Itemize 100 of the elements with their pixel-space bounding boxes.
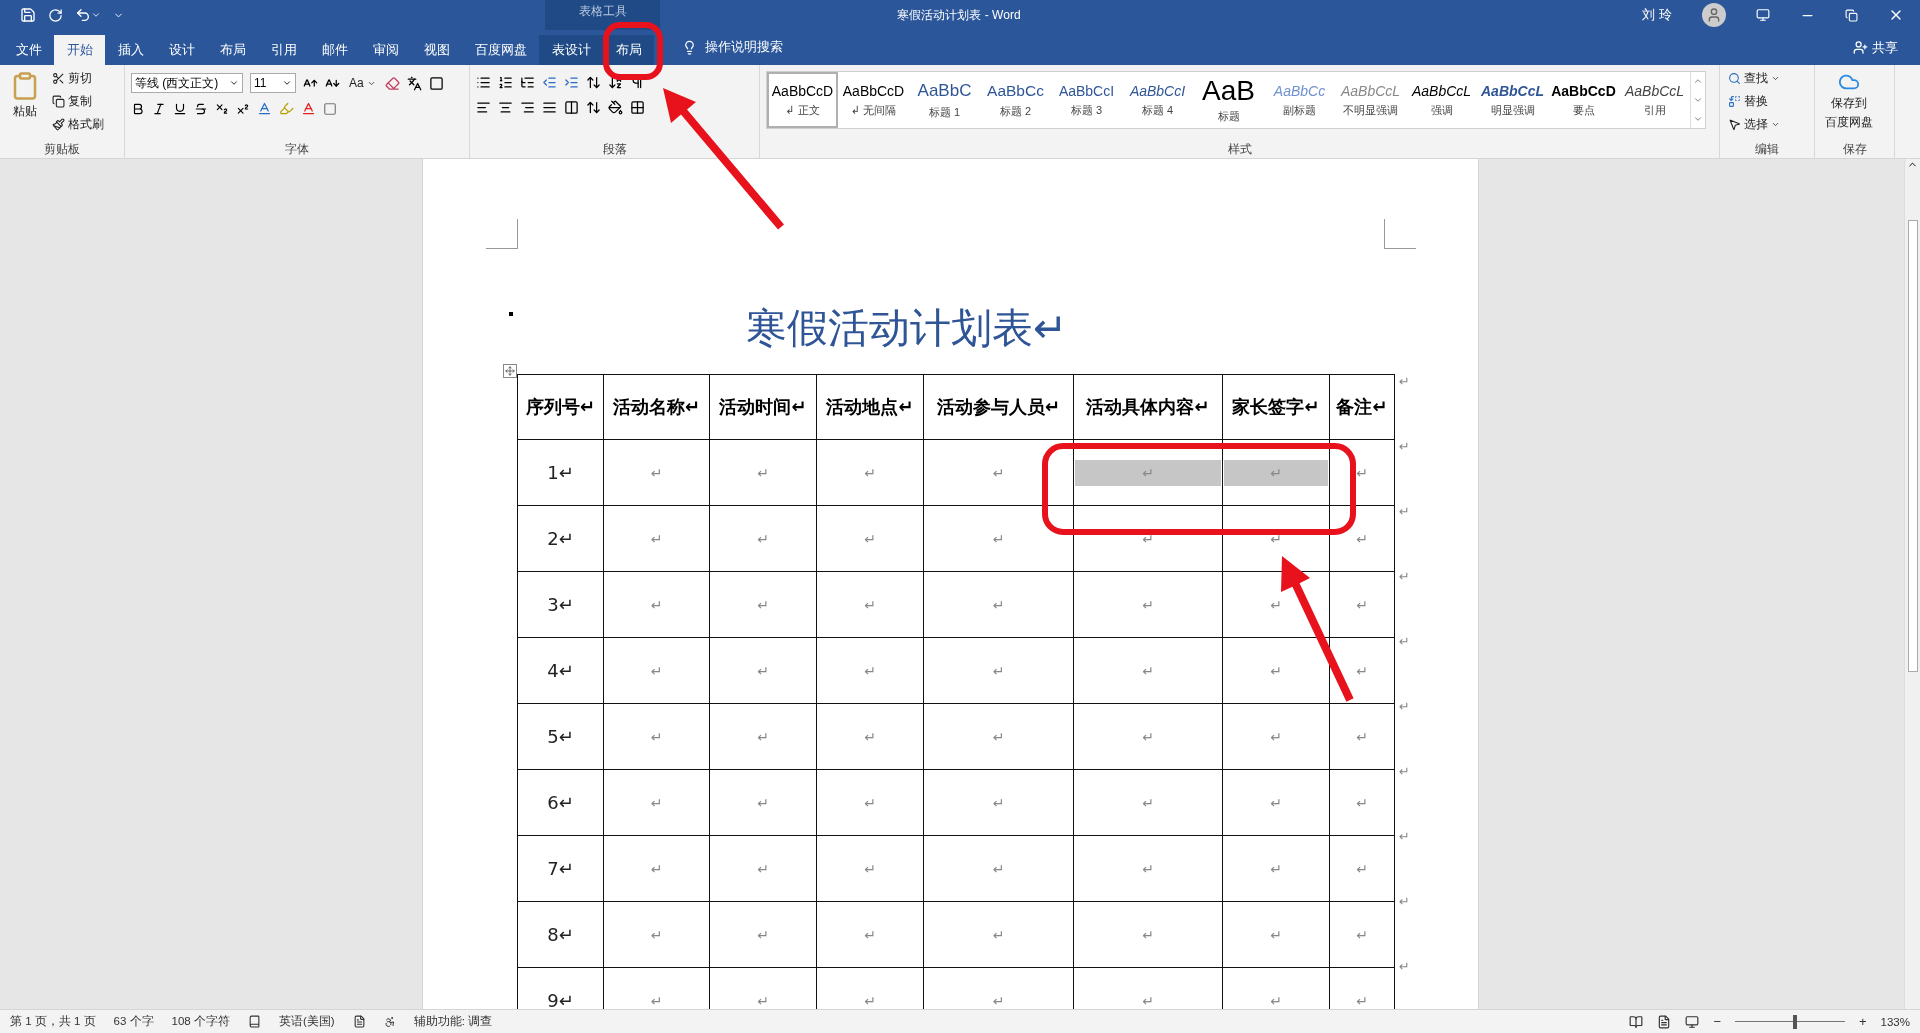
print-layout-icon[interactable] [1657, 1014, 1672, 1029]
font-name-field[interactable]: 等线 (西文正文) [131, 73, 243, 93]
sort-icon[interactable] [608, 75, 623, 90]
change-case-button[interactable]: Aa [347, 75, 378, 91]
accessibility-icon[interactable] [383, 1015, 396, 1028]
highlight-outline [603, 22, 663, 80]
table-header: 活动具体内容↵ [1073, 374, 1223, 440]
eraser-icon[interactable] [384, 75, 400, 91]
subscript-icon[interactable] [215, 101, 229, 116]
bullets-icon[interactable] [476, 75, 491, 90]
align-right-icon[interactable] [520, 100, 535, 115]
ribbon-tab[interactable]: 文件 [3, 35, 54, 65]
increase-indent-icon[interactable] [564, 75, 579, 90]
read-mode-icon[interactable] [1629, 1014, 1644, 1029]
ribbon-tab[interactable]: 邮件 [309, 35, 360, 65]
row-end-mark: ↵ [1398, 829, 1410, 846]
character-shading-icon[interactable] [323, 101, 337, 116]
table-header: 活动时间↵ [709, 374, 817, 440]
table-cell: ↵ [1222, 901, 1330, 968]
align-center-icon[interactable] [498, 100, 513, 115]
undo-icon[interactable] [75, 7, 101, 23]
table-cell: ↵ [923, 505, 1074, 572]
copy-icon [52, 95, 65, 108]
zoom-out-button[interactable]: − [1713, 1014, 1721, 1029]
table-move-icon[interactable] [503, 364, 517, 378]
ribbon-tab[interactable]: 开始 [54, 35, 105, 65]
lightbulb-icon [682, 40, 697, 55]
ribbon-tab[interactable]: 表设计 [539, 35, 603, 65]
phonetic-guide-icon[interactable] [406, 75, 422, 91]
numbering-icon[interactable] [498, 75, 513, 90]
table-cell: ↵ [816, 703, 924, 770]
ribbon-tab[interactable]: 布局 [207, 35, 258, 65]
table-header: 家长签字↵ [1222, 374, 1330, 440]
table-cell: ↵ [1073, 637, 1223, 704]
align-left-icon[interactable] [476, 100, 491, 115]
justify-icon[interactable] [542, 100, 557, 115]
save-icon[interactable] [20, 7, 36, 23]
ribbon-tab[interactable]: 视图 [411, 35, 462, 65]
ribbon-tab[interactable]: 插入 [105, 35, 156, 65]
web-layout-icon[interactable] [1685, 1014, 1700, 1029]
cut-button[interactable]: 剪切 [50, 69, 106, 88]
vertical-scrollbar[interactable] [1904, 159, 1920, 1009]
row-end-mark: ↵ [1398, 634, 1410, 651]
table-cell: ↵ [816, 637, 924, 704]
paste-button[interactable]: 粘贴 [6, 69, 44, 140]
strikethrough-icon[interactable] [194, 101, 208, 116]
replace-button[interactable]: 替换 [1726, 92, 1782, 111]
font-size-field[interactable]: 11 [250, 73, 296, 93]
copy-button[interactable]: 复制 [50, 92, 106, 111]
person-add-icon [1853, 40, 1868, 55]
bold-icon[interactable] [131, 101, 145, 116]
restore-icon[interactable] [1845, 8, 1858, 22]
language-status[interactable]: 英语(美国) [278, 1014, 335, 1029]
group-label: 剪贴板 [43, 142, 81, 157]
find-button[interactable]: 查找 [1726, 69, 1782, 88]
select-button[interactable]: 选择 [1726, 115, 1782, 134]
table-cell: ↵ [603, 901, 710, 968]
italic-icon[interactable] [152, 101, 166, 116]
table-cell: ↵ [1073, 703, 1223, 770]
pointer-icon [1728, 118, 1741, 131]
table-cell: ↵ [709, 571, 817, 638]
table-cell: ↵ [1073, 505, 1223, 572]
text-effects-icon[interactable] [257, 101, 272, 116]
table-cell: ↵ [1222, 769, 1330, 836]
format-painter-button[interactable]: 格式刷 [50, 115, 106, 134]
zoom-percent[interactable]: 133% [1880, 1015, 1910, 1028]
save-to-cloud-button[interactable]: 保存到 百度网盘 [1821, 69, 1877, 140]
table-cell: ↵ [816, 769, 924, 836]
ribbon-tab[interactable]: 百度网盘 [462, 35, 539, 65]
page-count[interactable]: 第 1 页，共 1 页 [10, 1014, 96, 1029]
user-name: 刘 玲 [1642, 6, 1672, 24]
proofing-icon[interactable] [247, 1015, 261, 1028]
zoom-in-button[interactable]: + [1859, 1014, 1867, 1029]
table-header: 活动名称↵ [603, 374, 710, 440]
line-spacing-icon[interactable] [586, 100, 601, 115]
shading-icon[interactable] [608, 100, 623, 115]
table-cell: ↵ [709, 637, 817, 704]
table-cell: ↵ [816, 571, 924, 638]
font-color-icon[interactable] [301, 101, 316, 116]
borders-icon[interactable] [630, 100, 645, 115]
table-cell: ↵ [816, 439, 924, 506]
character-border-icon[interactable] [428, 75, 444, 91]
ribbon-tab[interactable]: 设计 [156, 35, 207, 65]
tell-me-search[interactable]: 操作说明搜索 [676, 30, 789, 65]
multilevel-list-icon[interactable] [520, 75, 535, 90]
redo-icon[interactable] [48, 7, 63, 23]
ribbon-tab[interactable]: 引用 [258, 35, 309, 65]
avatar-icon[interactable] [1702, 3, 1726, 27]
ribbon-tab[interactable]: 审阅 [360, 35, 411, 65]
word-count[interactable]: 63 个字 [113, 1014, 154, 1029]
decrease-indent-icon[interactable] [542, 75, 557, 90]
character-count[interactable]: 108 个字符 [171, 1014, 230, 1029]
share-button[interactable]: 共享 [1847, 30, 1904, 65]
table-cell: ↵ [603, 703, 710, 770]
superscript-icon[interactable] [236, 101, 250, 116]
accessibility-status[interactable]: 辅助功能: 调查 [413, 1014, 493, 1029]
table-cell: ↵ [709, 901, 817, 968]
underline-icon[interactable] [173, 101, 187, 116]
style-item[interactable]: AaBbCcD ↲ 正文 [767, 72, 838, 128]
table-cell: ↵ [816, 505, 924, 572]
